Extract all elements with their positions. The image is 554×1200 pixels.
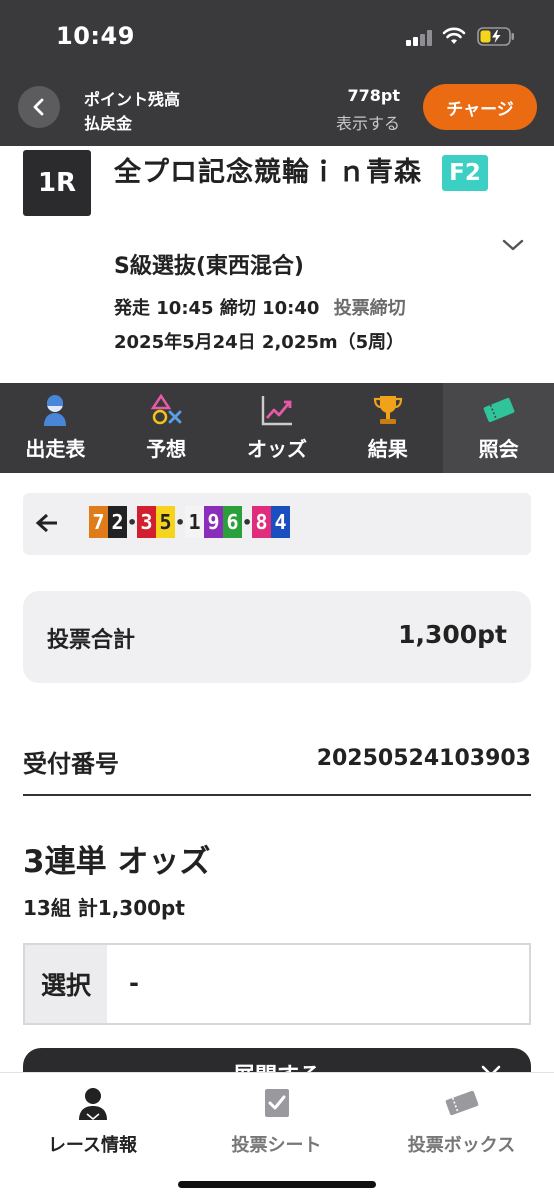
tab-label: 出走表 [25, 437, 86, 461]
race-date-distance: 2025年5月24日 2,025m（5周） [114, 332, 405, 353]
selection-label: 選択 [25, 945, 107, 1023]
odds-section-title: 3連単 オッズ [23, 844, 211, 880]
tab-label: 照会 [478, 437, 519, 461]
bet-total-label: 投票合計 [47, 628, 136, 653]
receipt-number-value: 20250524103903 [316, 746, 531, 771]
chevron-left-icon [33, 98, 44, 116]
tab-odds[interactable]: オッズ [222, 383, 333, 473]
tab-entries[interactable]: 出走表 [0, 383, 111, 473]
divider [23, 794, 531, 796]
nav-label: レース情報 [47, 1135, 138, 1156]
odds-chart-icon [261, 396, 292, 426]
race-tabs: 出走表 予想 オッズ 結果 照会 [0, 383, 554, 473]
tab-label: 結果 [367, 437, 408, 461]
refund-label: 払戻金 [84, 114, 133, 133]
receipt-number-label: 受付番号 [23, 750, 119, 778]
app-header: ポイント残高 払戻金 778pt 表示する チャージ [0, 72, 554, 146]
start-time: 発走 10:45 [114, 298, 214, 319]
race-number-badge: 1R [23, 150, 91, 216]
bet-total-value: 1,300pt [398, 620, 507, 649]
check-sheet-icon [264, 1089, 289, 1117]
ticket-icon [483, 397, 514, 423]
status-time: 10:49 [56, 22, 135, 50]
combination-number: 4 [271, 506, 290, 538]
ticket-box-icon [445, 1090, 478, 1116]
signal-icon [406, 30, 434, 46]
status-bar: 10:49 [0, 0, 554, 72]
combination-number: 2 [108, 506, 127, 538]
home-indicator [178, 1181, 376, 1188]
person-icon [78, 1088, 107, 1121]
prediction-icon [150, 393, 182, 425]
combination-number: 9 [204, 506, 223, 538]
rider-icon [44, 395, 67, 426]
nav-label: 投票シート [231, 1135, 322, 1156]
trophy-icon [373, 396, 402, 424]
tab-label: オッズ [246, 437, 307, 461]
combination-number: 6 [223, 506, 242, 538]
nav-label: 投票ボックス [407, 1135, 516, 1156]
arrow-left-icon [35, 513, 57, 533]
battery-icon [477, 27, 514, 46]
combination-number: 1 [185, 506, 204, 538]
combination-number: 8 [252, 506, 271, 538]
tab-prediction[interactable]: 予想 [111, 383, 222, 473]
points-balance-label: ポイント残高 [84, 90, 181, 109]
bet-total-box: 投票合計 1,300pt [23, 591, 531, 683]
wifi-icon [442, 27, 466, 44]
charge-button[interactable]: チャージ [423, 84, 537, 130]
nav-bet-box[interactable]: 投票ボックス [369, 1085, 554, 1157]
combination-number: 3 [137, 506, 156, 538]
race-times: 発走 10:45 締切 10:40 投票締切 [114, 294, 406, 320]
combination-number: 5 [156, 506, 175, 538]
chevron-down-icon[interactable] [500, 235, 526, 255]
voting-status: 投票締切 [333, 298, 406, 319]
points-balance-value: 778pt [347, 86, 401, 105]
back-button[interactable] [18, 86, 60, 128]
odds-summary: 13組 計1,300pt [23, 896, 185, 920]
nav-race-info[interactable]: レース情報 [0, 1085, 185, 1157]
selection-value: - [129, 969, 139, 997]
selection-row: 選択 - [23, 943, 531, 1025]
grade-badge: F2 [442, 155, 488, 191]
deadline-time: 締切 10:40 [219, 298, 320, 319]
tab-label: 予想 [146, 437, 187, 461]
tab-results[interactable]: 結果 [332, 383, 443, 473]
combination-separator: • [242, 512, 253, 532]
race-class: S級選抜(東西混合) [114, 254, 304, 279]
combination-numbers: 7 2 • 3 5 • 1 9 6 • 8 4 [89, 505, 290, 539]
tab-inquiry[interactable]: 照会 [443, 383, 554, 473]
combination-number: 7 [89, 506, 108, 538]
nav-bet-sheet[interactable]: 投票シート [184, 1085, 369, 1157]
show-refund-link[interactable]: 表示する [336, 110, 400, 134]
combination-separator: • [127, 512, 138, 532]
combination-separator: • [175, 512, 186, 532]
race-title: 全プロ記念競輪ｉｎ青森 [114, 157, 422, 188]
bet-combination-bar: 7 2 • 3 5 • 1 9 6 • 8 4 [23, 493, 531, 555]
